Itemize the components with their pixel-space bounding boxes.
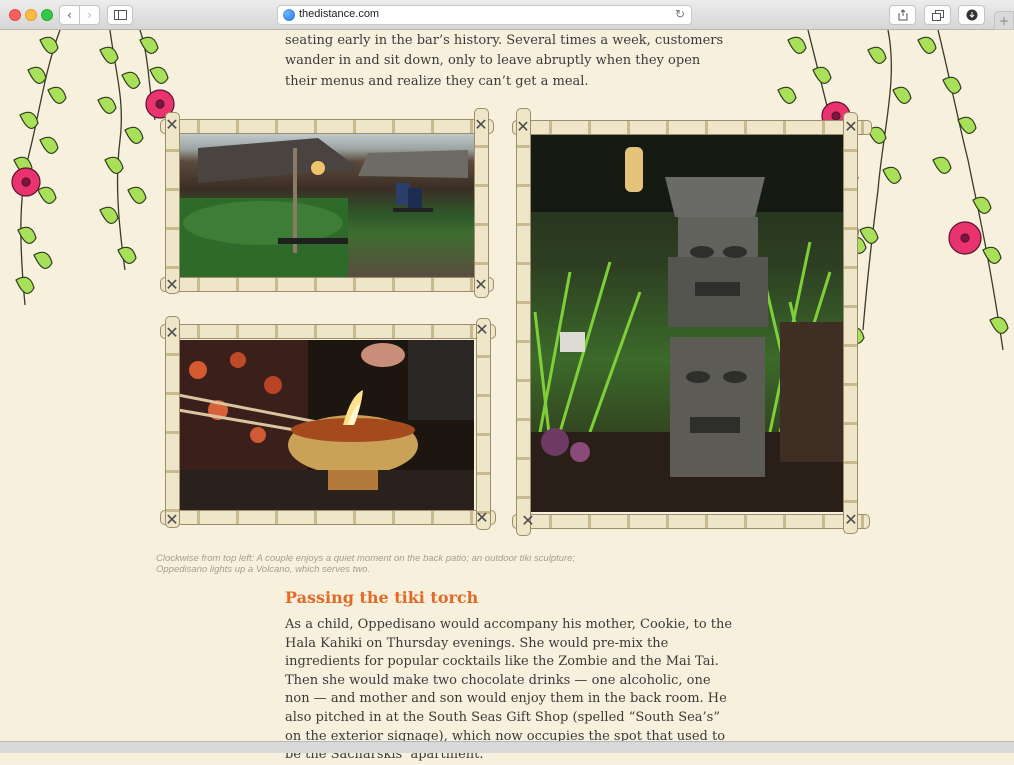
patio-photo — [178, 128, 474, 280]
bamboo-frame-left — [516, 108, 531, 536]
globe-icon — [283, 9, 295, 21]
bamboo-frame-right — [843, 112, 858, 534]
share-icon — [898, 9, 907, 21]
photo-caption: Clockwise from top left: A couple enjoys… — [156, 553, 576, 575]
lashing-icon: ✕ — [165, 115, 179, 134]
bamboo-frame-bottom — [160, 510, 496, 525]
sidebar-icon — [113, 10, 127, 20]
bamboo-frame-bottom — [160, 277, 494, 292]
reload-icon[interactable]: ↻ — [675, 7, 685, 21]
sidebar-button[interactable] — [107, 5, 133, 25]
minimize-window-button[interactable] — [25, 9, 37, 21]
back-button[interactable]: ‹ — [59, 5, 80, 25]
lashing-icon: ✕ — [165, 275, 179, 294]
lashing-icon: ✕ — [475, 508, 489, 527]
tabs-icon — [931, 9, 944, 21]
chevron-right-icon: › — [87, 8, 92, 22]
lashing-icon: ✕ — [474, 115, 488, 134]
chevron-left-icon: ‹ — [67, 8, 72, 22]
lashing-icon: ✕ — [474, 275, 488, 294]
lashing-icon: ✕ — [165, 510, 179, 529]
zoom-window-button[interactable] — [41, 9, 53, 21]
address-bar[interactable]: thedistance.com ↻ — [277, 5, 692, 25]
new-tab-button[interactable]: + — [994, 11, 1014, 30]
left-vine-illustration — [11, 30, 175, 306]
downloads-button[interactable] — [958, 5, 985, 25]
article-paragraph-top: seating early in the bar’s history. Seve… — [285, 33, 724, 89]
lashing-icon: ✕ — [516, 117, 530, 136]
plus-icon: + — [998, 13, 1010, 28]
lashing-icon: ✕ — [521, 511, 535, 530]
browser-toolbar: ‹ › thedistance.com ↻ + — [0, 0, 1014, 30]
volcano-photo — [178, 340, 474, 512]
url-text: thedistance.com — [299, 8, 380, 20]
bamboo-frame-left — [165, 316, 180, 528]
lashing-icon: ✕ — [844, 510, 858, 529]
bamboo-frame-top — [512, 120, 872, 135]
close-window-button[interactable] — [9, 9, 21, 21]
lashing-icon: ✕ — [844, 117, 858, 136]
lashing-icon: ✕ — [475, 320, 489, 339]
lashing-icon: ✕ — [165, 323, 179, 342]
bamboo-frame-top — [160, 324, 496, 339]
window-bottom-edge — [0, 741, 1014, 753]
bamboo-frame-right — [474, 108, 489, 298]
bamboo-frame-left — [165, 112, 180, 294]
share-button[interactable] — [889, 5, 916, 25]
bamboo-frame-right — [476, 318, 491, 530]
bamboo-frame-top — [160, 119, 494, 134]
download-icon — [966, 9, 977, 21]
forward-button[interactable]: › — [79, 5, 100, 25]
tiki-sculpture-photo — [530, 132, 845, 512]
tabs-button[interactable] — [924, 5, 951, 25]
bamboo-frame-bottom — [512, 514, 870, 529]
section-heading: Passing the tiki torch — [285, 588, 479, 607]
